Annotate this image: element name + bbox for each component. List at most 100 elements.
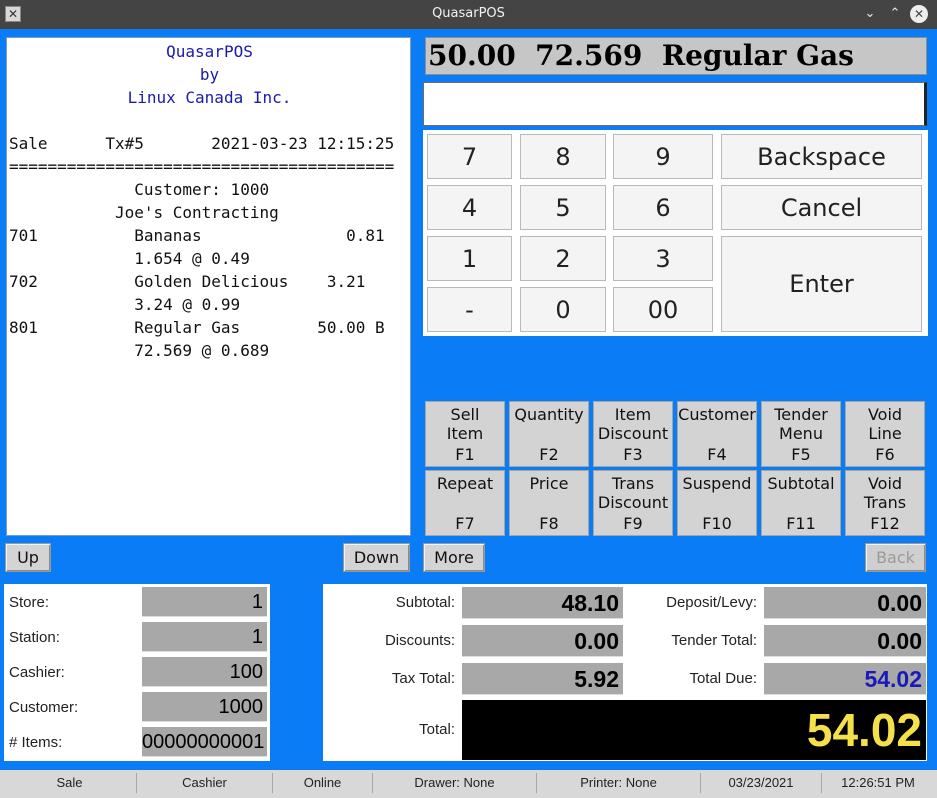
subtotal-label: Subtotal:	[395, 594, 455, 611]
receipt-header-line: Linux Canada Inc.	[127, 88, 292, 107]
key-9[interactable]: 9	[613, 134, 713, 179]
station-label: Station:	[9, 629, 60, 646]
key-1[interactable]: 1	[427, 236, 512, 281]
price-button[interactable]: Price F8	[509, 470, 589, 536]
deposit-levy-label: Deposit/Levy:	[666, 594, 757, 611]
key-00[interactable]: 00	[613, 287, 713, 332]
store-value: 1	[142, 587, 267, 617]
items-count-label: # Items:	[9, 734, 63, 751]
quantity-button[interactable]: Quantity F2	[509, 401, 589, 467]
receipt-line: Customer: 1000	[9, 180, 270, 199]
fkey-label: Quantity	[514, 405, 584, 424]
fkey-shortcut: F8	[539, 514, 559, 533]
total-label: Total:	[419, 721, 455, 738]
fkey-label: Tender Menu	[774, 405, 828, 443]
repeat-button[interactable]: Repeat F7	[425, 470, 505, 536]
back-button[interactable]: Back	[865, 543, 926, 572]
fkey-label: Customer	[678, 405, 756, 424]
discounts-label: Discounts:	[384, 632, 455, 649]
totals-panel: Subtotal: 48.10 Discounts: 0.00 Tax Tota…	[323, 584, 927, 761]
customer-button[interactable]: Customer F4	[677, 401, 757, 467]
status-time: 12:26:51 PM	[841, 775, 915, 790]
receipt-line: ========================================	[9, 157, 395, 176]
key-minus[interactable]: -	[427, 287, 512, 332]
fkey-label: Subtotal	[767, 474, 835, 493]
discounts-value: 0.00	[462, 625, 623, 657]
fkey-shortcut: F12	[870, 514, 900, 533]
status-date: 03/23/2021	[701, 773, 822, 793]
key-3[interactable]: 3	[613, 236, 713, 281]
status-role: Cashier	[137, 773, 273, 793]
total-display: 54.02	[462, 700, 926, 760]
receipt-header-line: QuasarPOS	[166, 42, 253, 61]
item-discount-button[interactable]: Item Discount F3	[593, 401, 673, 467]
suspend-button[interactable]: Suspend F10	[677, 470, 757, 536]
customer-value: 1000	[142, 692, 267, 722]
receipt-line: 702 Golden Delicious 3.21	[9, 272, 366, 291]
window-title: QuasarPOS	[432, 6, 505, 21]
session-info-panel: Store: 1 Station: 1 Cashier: 100 Custome…	[4, 584, 270, 761]
tax-total-value: 5.92	[462, 663, 623, 695]
deposit-levy-value: 0.00	[764, 587, 926, 619]
status-bar: Sale Cashier Online Drawer: None Printer…	[0, 770, 937, 798]
fkey-label: Item Discount	[597, 405, 669, 443]
total-due-value: 54.02	[764, 663, 926, 695]
key-0[interactable]: 0	[520, 287, 606, 332]
cashier-value: 100	[142, 657, 267, 687]
key-8[interactable]: 8	[520, 134, 606, 179]
key-5[interactable]: 5	[520, 185, 606, 230]
fkey-label: Repeat	[436, 474, 494, 493]
cashier-label: Cashier:	[9, 664, 65, 681]
fkey-label: Sell Item	[446, 405, 484, 443]
fkey-label: Suspend	[682, 474, 752, 493]
receipt-line: 72.569 @ 0.689	[9, 341, 270, 360]
total-due-label: Total Due:	[689, 670, 757, 687]
void-trans-button[interactable]: Void Trans F12	[845, 470, 925, 536]
status-printer: Printer: None	[537, 773, 701, 793]
void-line-button[interactable]: Void Line F6	[845, 401, 925, 467]
tax-total-label: Tax Total:	[391, 670, 455, 687]
keypad: 7 8 9 Backspace 4 5 6 Cancel 1 2 3 Enter…	[423, 130, 928, 336]
key-4[interactable]: 4	[427, 185, 512, 230]
cancel-button[interactable]: Cancel	[721, 185, 922, 230]
fkey-label: Void Line	[867, 405, 903, 443]
key-6[interactable]: 6	[613, 185, 713, 230]
items-count-value: 00000000001	[142, 727, 267, 757]
fkey-shortcut: F3	[623, 445, 643, 464]
fkey-shortcut: F6	[875, 445, 895, 464]
scroll-up-button[interactable]: Up	[5, 543, 51, 572]
receipt-header-line: by	[199, 65, 220, 84]
fkey-shortcut: F9	[623, 514, 643, 533]
receipt-view[interactable]: QuasarPOS by Linux Canada Inc. Sale Tx#5…	[6, 37, 411, 536]
fkey-label: Void Trans	[863, 474, 907, 512]
fkey-shortcut: F2	[539, 445, 559, 464]
receipt-line: 1.654 @ 0.49	[9, 249, 250, 268]
subtotal-button[interactable]: Subtotal F11	[761, 470, 841, 536]
status-connection: Online	[273, 773, 373, 793]
more-button[interactable]: More	[423, 543, 485, 572]
maximize-icon[interactable]: ⌃	[886, 5, 904, 23]
fkey-shortcut: F1	[455, 445, 475, 464]
sell-item-button[interactable]: Sell Item F1	[425, 401, 505, 467]
key-7[interactable]: 7	[427, 134, 512, 179]
station-value: 1	[142, 622, 267, 652]
key-2[interactable]: 2	[520, 236, 606, 281]
tender-total-value: 0.00	[764, 625, 926, 657]
fkey-shortcut: F7	[455, 514, 475, 533]
trans-discount-button[interactable]: Trans Discount F9	[593, 470, 673, 536]
receipt-line: 3.24 @ 0.99	[9, 295, 241, 314]
tender-total-label: Tender Total:	[671, 632, 757, 649]
close-icon[interactable]: ✕	[910, 5, 928, 23]
fkey-shortcut: F5	[791, 445, 811, 464]
tender-menu-button[interactable]: Tender Menu F5	[761, 401, 841, 467]
scroll-down-button[interactable]: Down	[343, 543, 410, 572]
fkey-shortcut: F10	[702, 514, 732, 533]
customer-label: Customer:	[9, 699, 79, 716]
status-mode: Sale	[3, 773, 137, 793]
enter-button[interactable]: Enter	[721, 236, 922, 332]
backspace-button[interactable]: Backspace	[721, 134, 922, 179]
entry-field[interactable]	[423, 82, 927, 126]
store-label: Store:	[9, 594, 50, 611]
receipt-line: 801 Regular Gas 50.00 B	[9, 318, 385, 337]
minimize-icon[interactable]: ⌄	[861, 5, 879, 23]
